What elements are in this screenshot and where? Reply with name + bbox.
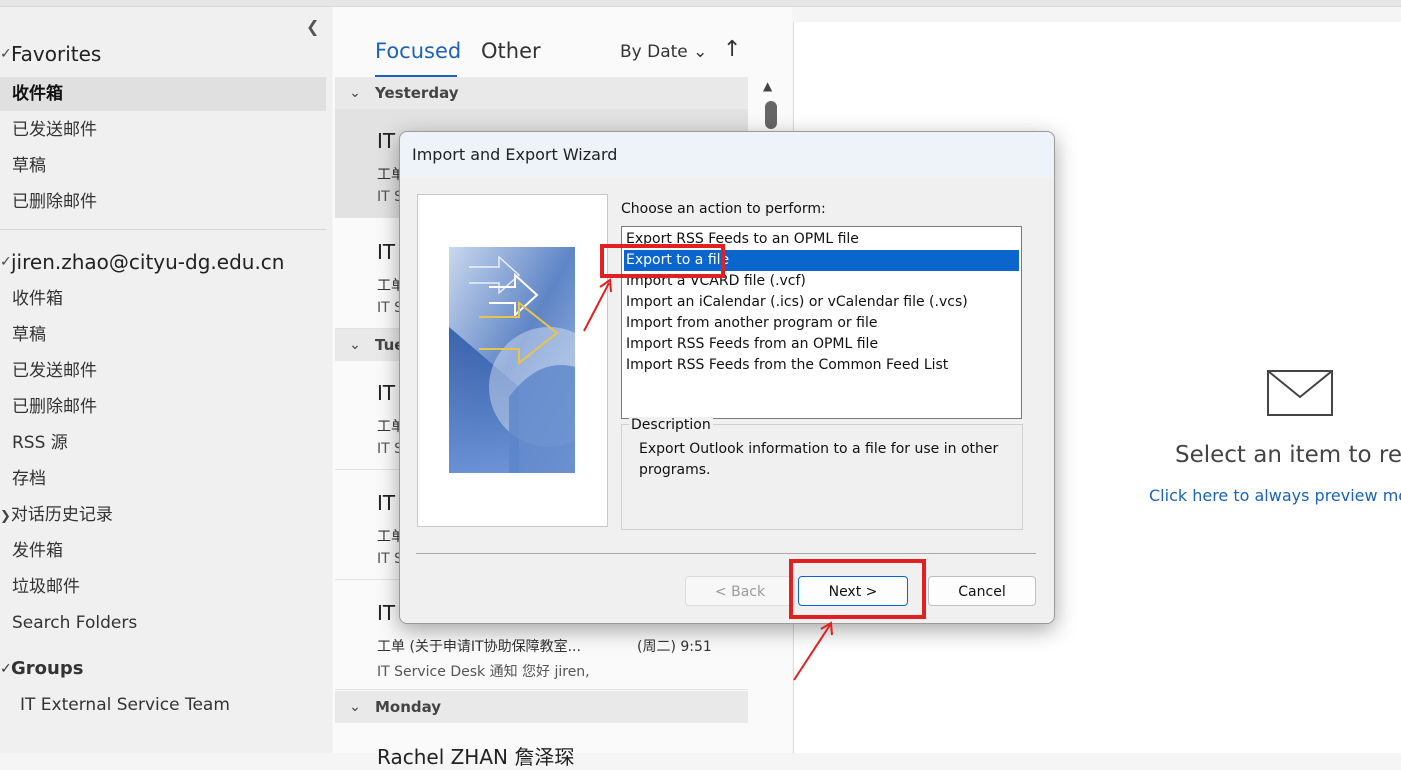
annotation-arrows	[583, 278, 833, 681]
annotation-arrow-icon	[583, 282, 610, 332]
annotation-arrow-icon	[793, 624, 831, 681]
